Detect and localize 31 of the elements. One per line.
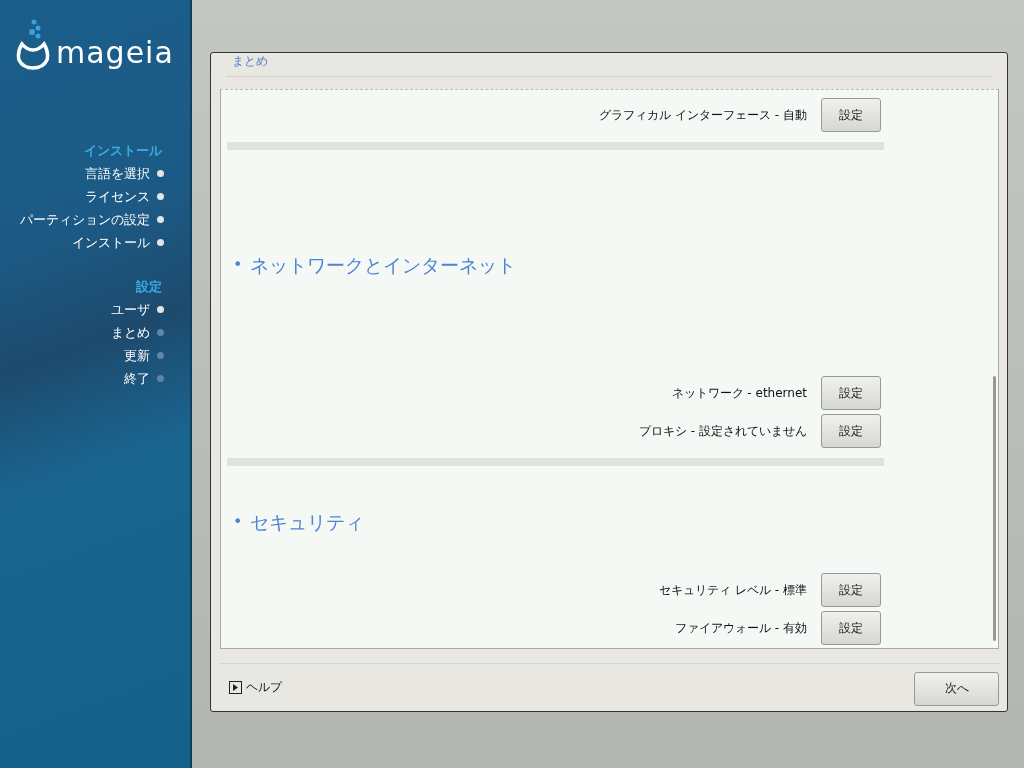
step-label: 更新 — [124, 347, 150, 365]
configure-button[interactable]: 設定 — [821, 414, 881, 448]
help-link[interactable]: ヘルプ — [246, 679, 282, 696]
step-label: パーティションの設定 — [20, 211, 150, 229]
configure-button[interactable]: 設定 — [821, 376, 881, 410]
cauldron-icon — [16, 18, 50, 70]
setting-label: ファイアウォール - 有効 — [675, 619, 807, 637]
scrollbar-thumb[interactable] — [993, 376, 996, 641]
configure-button[interactable]: 設定 — [821, 98, 881, 132]
step-label: ライセンス — [85, 188, 150, 206]
configure-button[interactable]: 設定 — [821, 573, 881, 607]
setting-label: プロキシ - 設定されていません — [639, 422, 807, 440]
step-label: ユーザ — [111, 301, 150, 319]
section-heading: ネットワークとインターネット — [250, 253, 517, 278]
step-group-title: インストール — [84, 142, 162, 160]
bullet: • — [233, 511, 243, 533]
step-group-title: 設定 — [136, 278, 162, 296]
setting-label: グラフィカル インターフェース - 自動 — [599, 106, 807, 124]
step-label: 終了 — [124, 370, 150, 388]
expand-icon[interactable] — [229, 681, 242, 694]
step-label: 言語を選択 — [85, 165, 150, 183]
dialog-title: まとめ — [226, 53, 993, 77]
next-button[interactable]: 次へ — [914, 671, 999, 706]
bullet: • — [233, 254, 243, 276]
setting-label: セキュリティ レベル - 標準 — [659, 581, 807, 599]
section-heading: セキュリティ — [250, 510, 365, 535]
step-label: インストール — [72, 234, 150, 252]
step-label: まとめ — [111, 324, 150, 342]
setting-label: ネットワーク - ethernet — [671, 384, 807, 402]
configure-button[interactable]: 設定 — [821, 611, 881, 645]
logo-text: mageia — [56, 36, 174, 70]
